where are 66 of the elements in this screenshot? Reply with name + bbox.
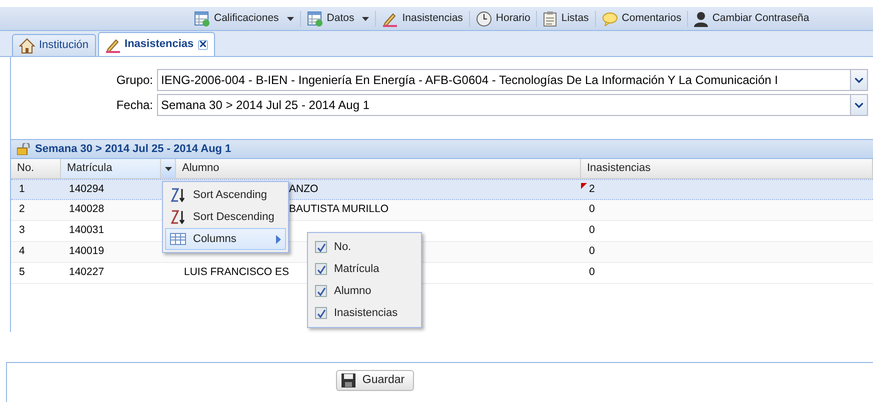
toolbar-button[interactable]: Datos — [302, 8, 374, 28]
student-name: ANZO — [289, 182, 318, 195]
checkbox[interactable] — [315, 241, 327, 253]
table-cell: 140227 — [69, 266, 104, 278]
grid-icon — [306, 10, 323, 26]
combo-box[interactable]: Semana 30 > 2014 Jul 25 - 2014 Aug 1 — [157, 94, 868, 116]
menu-item[interactable]: Columns — [165, 228, 286, 250]
caret-icon — [286, 16, 294, 20]
table-cell-text: 0 — [588, 202, 596, 218]
toolbar-button[interactable]: Cambiar Contraseña — [690, 8, 814, 28]
student-name: BAUTISTA MURILLO — [289, 203, 389, 216]
close-icon[interactable] — [198, 40, 208, 50]
clipboard-icon — [543, 10, 558, 26]
combo-box[interactable]: IENG-2006-004 - B-IEN - Ingeniería En Energía - AFB-G0604 - Tecnologías De La Información Y La Comunicación I — [157, 69, 868, 91]
dropdown-trigger-icon[interactable] — [850, 95, 867, 115]
table-cell[interactable]: 3 — [19, 224, 25, 236]
field-label: Fecha: — [115, 97, 154, 114]
table-cell-text: 0 — [588, 265, 596, 280]
menu-item[interactable]: No. — [310, 236, 419, 258]
toolbar-button[interactable]: Inasistencias — [378, 8, 467, 28]
table-cell: 140028 — [69, 203, 104, 216]
padlock-icon — [17, 143, 31, 155]
table-cell[interactable]: 1 — [19, 182, 25, 195]
speech-bubble-icon — [602, 12, 618, 26]
sort-ascending-icon — [170, 187, 186, 203]
table-cell: 140294 — [69, 182, 104, 195]
table-cell[interactable]: 2 — [19, 203, 25, 216]
student-name: LUIS FRANCISCO ES — [184, 266, 290, 278]
menu-item[interactable]: Alumno — [310, 280, 419, 302]
person-icon — [694, 10, 708, 26]
pencil-icon — [104, 36, 121, 52]
table-cell-text: 0 — [588, 223, 596, 238]
menu-item[interactable]: Sort Descending — [165, 206, 286, 228]
toolbar-button[interactable]: Listas — [539, 8, 593, 28]
grid-title: Semana 30 > 2014 Jul 25 - 2014 Aug 1 — [35, 142, 232, 157]
table-cell: 140031 — [69, 224, 104, 236]
column-header[interactable]: Matrícula — [61, 159, 161, 178]
checkbox[interactable] — [315, 263, 327, 275]
submenu-arrow-icon — [276, 234, 281, 244]
column-header[interactable]: Alumno — [176, 159, 581, 178]
table-cell[interactable]: 5 — [19, 266, 25, 278]
table-cell[interactable]: 4 — [19, 245, 25, 258]
toolbar-button[interactable]: Calificaciones — [190, 8, 298, 28]
table-cell: 140019 — [69, 245, 104, 258]
tab[interactable]: Institución — [12, 34, 96, 56]
columns-icon — [170, 233, 186, 245]
menu-item[interactable]: Matrícula — [310, 258, 419, 280]
table-cell: 2 — [581, 182, 603, 198]
dropdown-trigger-icon[interactable] — [850, 70, 867, 90]
house-icon — [19, 38, 35, 54]
table-cell-text: 0 — [588, 244, 596, 260]
toolbar-button[interactable]: Comentarios — [598, 8, 686, 28]
grid-icon — [194, 10, 210, 26]
tab[interactable]: Inasistencias — [98, 32, 215, 56]
menu-item[interactable]: Sort Ascending — [165, 184, 286, 206]
caret-icon — [362, 16, 370, 20]
save-button[interactable]: Guardar — [336, 370, 414, 391]
clock-icon — [476, 10, 492, 26]
toolbar-button[interactable]: Horario — [472, 8, 534, 28]
column-header[interactable]: Inasistencias — [581, 159, 873, 178]
checkbox[interactable] — [315, 285, 327, 297]
pencil-icon — [382, 10, 398, 26]
menu-item[interactable]: Inasistencias — [310, 302, 419, 324]
sort-descending-icon — [170, 209, 186, 225]
field-label: Grupo: — [115, 72, 154, 89]
checkbox[interactable] — [315, 307, 327, 319]
